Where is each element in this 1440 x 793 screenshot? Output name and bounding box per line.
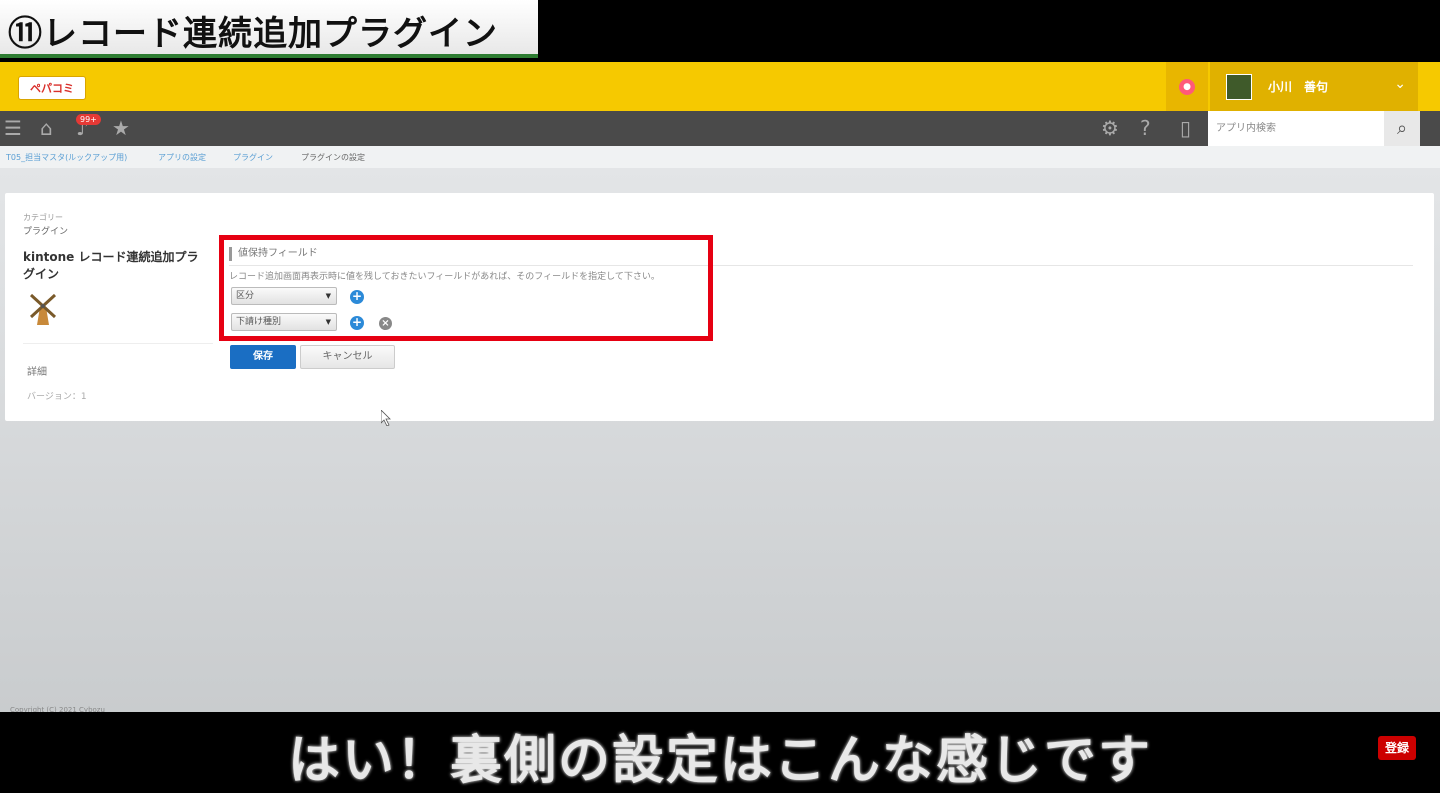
highlight-annotation	[219, 235, 713, 341]
star-icon[interactable]: ★	[112, 117, 130, 139]
menu-icon[interactable]: ☰	[4, 117, 22, 139]
content-area: カテゴリー プラグイン kintone レコード連続追加プラグイン 詳細 バージ…	[0, 168, 1440, 712]
breadcrumb: T05_担当マスタ(ルックアップ用) アプリの設定 プラグイン プラグインの設定	[0, 146, 1440, 168]
gear-icon[interactable]: ⚙	[1101, 117, 1119, 139]
toolbar: ☰ ⌂ ♪ 99+ ★ ⚙ ? ▯ アプリ内検索 ⌕	[0, 111, 1440, 146]
video-subtitle-bar: はい！裏側の設定はこんな感じです 登録	[0, 712, 1440, 791]
video-subtitle: はい！裏側の設定はこんな感じです	[287, 731, 1152, 791]
breadcrumb-item-plugin-settings: プラグインの設定	[301, 153, 365, 162]
company-logo[interactable]: ペパコミ	[18, 76, 86, 100]
subscribe-logo: 登録	[1378, 736, 1416, 760]
plugin-settings-panel: カテゴリー プラグイン kintone レコード連続追加プラグイン 詳細 バージ…	[5, 193, 1434, 421]
user-name: 小川 善句	[1268, 80, 1329, 94]
chevron-down-icon: ⌄	[1394, 76, 1406, 92]
search-icon[interactable]: ⌕	[1384, 111, 1420, 146]
user-menu[interactable]: 小川 善句 ⌄	[1210, 62, 1418, 111]
category-value: プラグイン	[23, 227, 69, 237]
avatar	[1226, 74, 1252, 100]
version-text: バージョン：1	[27, 392, 87, 402]
notification-badge: 99+	[76, 114, 101, 125]
category-label: カテゴリー	[23, 213, 63, 222]
video-title: ⑪レコード連続追加プラグイン	[8, 14, 498, 54]
save-button[interactable]: 保存	[230, 345, 296, 369]
breadcrumb-item-plugins[interactable]: プラグイン	[233, 152, 273, 163]
notification-button[interactable]: ●	[1166, 62, 1208, 111]
cancel-button[interactable]: キャンセル	[300, 345, 395, 369]
video-title-banner: ⑪レコード連続追加プラグイン	[0, 0, 538, 58]
search-input[interactable]: アプリ内検索	[1208, 111, 1384, 146]
sidebar-divider	[23, 343, 213, 344]
detail-label: 詳細	[27, 367, 47, 378]
windmill-icon	[29, 293, 57, 325]
mobile-icon[interactable]: ▯	[1180, 117, 1191, 139]
breadcrumb-item-app-settings[interactable]: アプリの設定	[158, 152, 206, 163]
plugin-name: kintone レコード連続追加プラグイン	[23, 250, 199, 281]
bell-icon: ●	[1179, 79, 1195, 95]
breadcrumb-item-app[interactable]: T05_担当マスタ(ルックアップ用)	[6, 152, 127, 163]
app-header: ペパコミ ● 小川 善句 ⌄	[0, 62, 1440, 111]
mouse-cursor-icon	[381, 410, 391, 426]
home-icon[interactable]: ⌂	[40, 117, 53, 139]
help-icon[interactable]: ?	[1140, 117, 1151, 139]
